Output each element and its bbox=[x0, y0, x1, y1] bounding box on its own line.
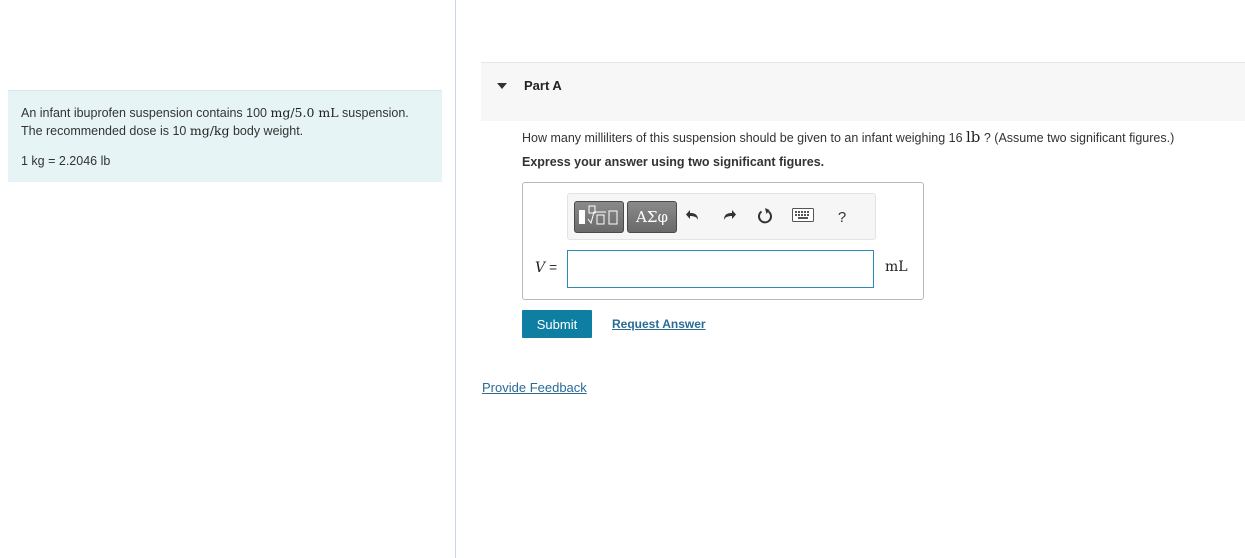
templates-icon bbox=[579, 205, 618, 225]
context-text: An infant ibuprofen suspension contains … bbox=[21, 106, 271, 120]
greek-symbols-icon: ΑΣφ bbox=[636, 208, 668, 226]
question-text-part: How many milliliters of this suspension … bbox=[522, 131, 966, 145]
context-text: The recommended dose is 10 bbox=[21, 124, 190, 138]
context-text: suspension. bbox=[338, 106, 409, 120]
panel-divider bbox=[455, 0, 456, 558]
keyboard-icon[interactable] bbox=[792, 207, 814, 229]
submit-button[interactable]: Submit bbox=[522, 310, 592, 338]
context-text: body weight. bbox=[229, 124, 304, 138]
redo-icon[interactable] bbox=[718, 207, 740, 229]
conversion-factor: 1 kg = 2.2046 lb bbox=[21, 154, 111, 168]
part-title: Part A bbox=[524, 78, 562, 93]
weight-unit-math: lb bbox=[966, 128, 981, 146]
answer-instruction: Express your answer using two significan… bbox=[522, 155, 825, 169]
variable-label: V = bbox=[535, 259, 557, 276]
left-panel: An infant ibuprofen suspension contains … bbox=[0, 0, 455, 558]
greek-symbols-button[interactable]: ΑΣφ bbox=[627, 201, 677, 233]
equals-sign: = bbox=[545, 259, 558, 275]
collapse-caret-icon[interactable] bbox=[497, 83, 507, 89]
reset-icon[interactable] bbox=[754, 207, 776, 229]
context-line-1: An infant ibuprofen suspension contains … bbox=[21, 104, 429, 122]
answer-unit: mL bbox=[885, 259, 908, 275]
question-text-part: ? (Assume two significant figures.) bbox=[980, 131, 1175, 145]
provide-feedback-link[interactable]: Provide Feedback bbox=[482, 380, 587, 395]
dose-math: mg/kg bbox=[189, 123, 230, 138]
context-line-2: The recommended dose is 10 mg/kg body we… bbox=[21, 122, 429, 140]
answer-input[interactable] bbox=[567, 250, 874, 288]
undo-icon[interactable] bbox=[682, 207, 704, 229]
problem-context: An infant ibuprofen suspension contains … bbox=[8, 90, 442, 182]
request-answer-link[interactable]: Request Answer bbox=[612, 317, 706, 331]
math-toolbar: ΑΣφ ? bbox=[567, 193, 876, 240]
help-icon[interactable]: ? bbox=[831, 207, 853, 229]
question-text: How many milliliters of this suspension … bbox=[522, 128, 1174, 146]
concentration-math: mg/5.0 mL bbox=[270, 105, 339, 120]
variable-symbol: V bbox=[535, 260, 546, 276]
answer-box: ΑΣφ ? V = mL bbox=[522, 182, 924, 300]
part-header[interactable]: Part A bbox=[481, 62, 1245, 121]
templates-button[interactable] bbox=[574, 201, 624, 233]
